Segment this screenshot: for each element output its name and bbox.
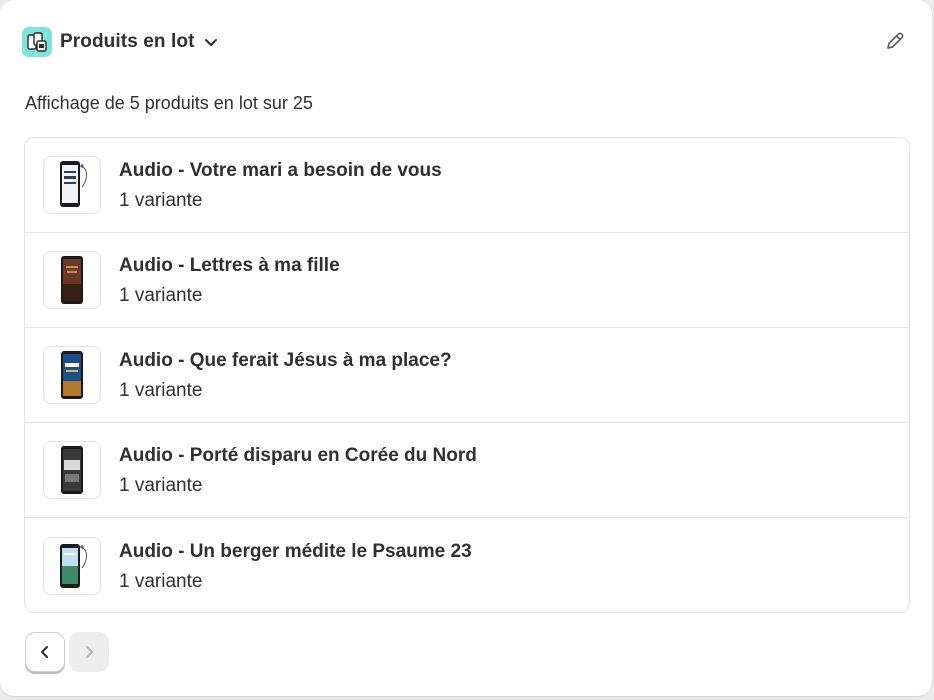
pagination bbox=[25, 632, 109, 672]
edit-button[interactable] bbox=[882, 28, 908, 54]
chevron-right-icon bbox=[81, 644, 97, 660]
product-thumbnail bbox=[43, 156, 101, 214]
phone-image bbox=[61, 446, 83, 494]
product-name: Audio - Un berger médite le Psaume 23 bbox=[119, 540, 472, 562]
product-name: Audio - Lettres à ma fille bbox=[119, 255, 340, 276]
variant-count: 1 variante bbox=[119, 285, 203, 306]
bundled-products-card: Produits en lot Affichage de 5 produits … bbox=[0, 0, 932, 696]
card-title: Produits en lot bbox=[60, 31, 195, 52]
bundle-count-summary: Affichage de 5 produits en lot sur 25 bbox=[25, 93, 313, 113]
product-thumbnail bbox=[43, 346, 101, 404]
product-name: Audio - Votre mari a besoin de vous bbox=[119, 160, 442, 181]
product-name: Audio - Porté disparu en Corée du Nord bbox=[119, 445, 477, 466]
pencil-icon bbox=[884, 30, 906, 52]
bundle-title-dropdown[interactable]: Produits en lot bbox=[60, 31, 219, 53]
variant-count: 1 variante bbox=[119, 190, 203, 211]
list-item[interactable]: Audio - Votre mari a besoin de vous 1 va… bbox=[25, 138, 909, 233]
list-item[interactable]: Audio - Un berger médite le Psaume 23 1 … bbox=[25, 518, 909, 612]
phone-image bbox=[60, 161, 87, 207]
phone-image bbox=[61, 256, 83, 304]
product-thumbnail bbox=[43, 251, 101, 309]
previous-page-button[interactable] bbox=[25, 632, 65, 672]
next-page-button[interactable] bbox=[69, 632, 109, 672]
card-header: Produits en lot bbox=[22, 26, 908, 58]
phone-image bbox=[60, 543, 87, 588]
list-item[interactable]: Audio - Porté disparu en Corée du Nord 1… bbox=[25, 423, 909, 518]
chevron-down-icon bbox=[203, 34, 219, 50]
product-thumbnail bbox=[43, 536, 101, 595]
product-thumbnail bbox=[43, 441, 101, 499]
list-item[interactable]: Audio - Lettres à ma fille 1 variante bbox=[25, 233, 909, 328]
bundle-app-icon bbox=[22, 27, 52, 57]
variant-count: 1 variante bbox=[119, 570, 203, 592]
chevron-left-icon bbox=[37, 644, 53, 660]
phone-image bbox=[61, 351, 83, 399]
bundled-products-list: Audio - Votre mari a besoin de vous 1 va… bbox=[24, 137, 910, 613]
variant-count: 1 variante bbox=[119, 380, 203, 401]
variant-count: 1 variante bbox=[119, 475, 203, 496]
list-item[interactable]: Audio - Que ferait Jésus à ma place? 1 v… bbox=[25, 328, 909, 423]
product-name: Audio - Que ferait Jésus à ma place? bbox=[119, 350, 452, 371]
